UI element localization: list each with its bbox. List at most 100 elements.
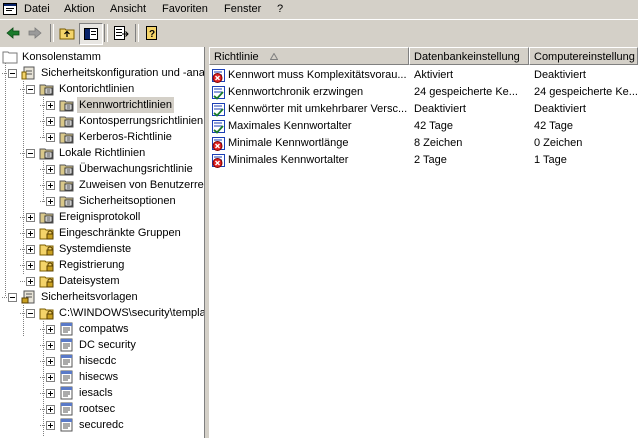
help-book-icon: ? bbox=[146, 26, 157, 40]
database-setting: 8 Zeichen bbox=[414, 137, 463, 149]
lock-folder-icon bbox=[39, 244, 54, 256]
table-row[interactable]: Minimale Kennwortlänge 8 Zeichen 0 Zeichen bbox=[209, 135, 638, 152]
menu-bar: Datei Aktion Ansicht Favoriten Fenster ? bbox=[0, 0, 638, 18]
tree-item-überwachungsrichtlinie[interactable]: Überwachungsrichtlinie bbox=[0, 161, 204, 177]
collapse-toggle[interactable] bbox=[26, 149, 35, 158]
tree-item-kerberos-richtlinie[interactable]: Kerberos-Richtlinie bbox=[0, 129, 204, 145]
tree-item-ereignisprotokoll[interactable]: Ereignisprotokoll bbox=[0, 209, 204, 225]
computer-setting: Deaktiviert bbox=[534, 103, 586, 115]
template-icon bbox=[60, 370, 73, 384]
tree-item-sicherheitsoptionen[interactable]: Sicherheitsoptionen bbox=[0, 193, 204, 209]
tree-item-dateisystem[interactable]: Dateisystem bbox=[0, 273, 204, 289]
menu-datei[interactable]: Datei bbox=[24, 3, 50, 15]
column-header-datenbankeinstellung[interactable]: Datenbankeinstellung bbox=[409, 47, 529, 65]
expand-toggle[interactable] bbox=[46, 165, 55, 174]
tree-item-hisecws[interactable]: hisecws bbox=[0, 369, 204, 385]
result-list[interactable]: Richtlinie Datenbankeinstellung Computer… bbox=[209, 47, 638, 438]
tree-item-kontorichtlinien[interactable]: Kontorichtlinien bbox=[0, 81, 204, 97]
console-tree[interactable]: Konsolenstamm Sicherheitskonfiguration u… bbox=[0, 47, 205, 438]
up-level-button[interactable] bbox=[56, 23, 78, 43]
tree-item-sicherheitskonfiguration-und-anal[interactable]: Sicherheitskonfiguration und -anal bbox=[0, 65, 204, 81]
expand-toggle[interactable] bbox=[46, 197, 55, 206]
database-setting: Aktiviert bbox=[414, 69, 454, 81]
tree-item-label: Konsolenstamm bbox=[22, 51, 101, 63]
tree-item-label: Dateisystem bbox=[59, 275, 120, 287]
tree-item-securedc[interactable]: securedc bbox=[0, 417, 204, 433]
tree-item-label: C:\WINDOWS\security\templa bbox=[59, 307, 205, 319]
expand-toggle[interactable] bbox=[46, 181, 55, 190]
menu-help[interactable]: ? bbox=[277, 3, 283, 15]
expand-toggle[interactable] bbox=[46, 341, 55, 350]
policy-name: Kennwörter mit umkehrbarer Versc... bbox=[228, 103, 408, 115]
lock-folder-icon bbox=[39, 228, 54, 240]
tree-item-zuweisen-von-benutzerrec[interactable]: Zuweisen von Benutzerrec bbox=[0, 177, 204, 193]
tree-item-sicherheitsvorlagen[interactable]: Sicherheitsvorlagen bbox=[0, 289, 204, 305]
table-row[interactable]: Maximales Kennwortalter 42 Tage 42 Tage bbox=[209, 118, 638, 135]
tree-item-rootsec[interactable]: rootsec bbox=[0, 401, 204, 417]
menu-fenster[interactable]: Fenster bbox=[224, 3, 261, 15]
expand-toggle[interactable] bbox=[46, 373, 55, 382]
expand-toggle[interactable] bbox=[46, 421, 55, 430]
tree-item-kontosperrungsrichtlinien[interactable]: Kontosperrungsrichtlinien bbox=[0, 113, 204, 129]
tree-item-label: hisecws bbox=[79, 371, 119, 383]
tree-item-label: Überwachungsrichtlinie bbox=[79, 163, 193, 175]
collapse-toggle[interactable] bbox=[26, 85, 35, 94]
expand-toggle[interactable] bbox=[46, 325, 55, 334]
collapse-toggle[interactable] bbox=[8, 293, 17, 302]
tree-item-compatws[interactable]: compatws bbox=[0, 321, 204, 337]
column-header-richtlinie[interactable]: Richtlinie bbox=[209, 47, 409, 65]
show-tree-button[interactable] bbox=[79, 23, 103, 45]
toolbar: ? bbox=[0, 19, 638, 48]
export-list-button[interactable] bbox=[110, 23, 132, 43]
menu-aktion[interactable]: Aktion bbox=[64, 3, 95, 15]
expand-toggle[interactable] bbox=[46, 357, 55, 366]
tree-item-lokale-richtlinien[interactable]: Lokale Richtlinien bbox=[0, 145, 204, 161]
table-row[interactable]: Kennwort muss Komplexitätsvorau... Aktivi… bbox=[209, 67, 638, 84]
security-config-icon bbox=[21, 66, 35, 80]
expand-toggle[interactable] bbox=[46, 405, 55, 414]
template-icon bbox=[60, 402, 73, 416]
expand-toggle[interactable] bbox=[46, 133, 55, 142]
computer-setting: 0 Zeichen bbox=[534, 137, 583, 149]
table-row[interactable]: Kennwortchronik erzwingen 24 gespeicherte… bbox=[209, 84, 638, 101]
tree-item-iesacls[interactable]: iesacls bbox=[0, 385, 204, 401]
template-icon bbox=[60, 418, 73, 432]
tree-item-label: Kontosperrungsrichtlinien bbox=[79, 115, 204, 127]
column-header-computereinstellung[interactable]: Computereinstellung bbox=[529, 47, 638, 65]
expand-toggle[interactable] bbox=[46, 101, 55, 110]
tree-item-systemdienste[interactable]: Systemdienste bbox=[0, 241, 204, 257]
policy-folder-icon bbox=[59, 116, 74, 128]
lock-folder-icon bbox=[39, 276, 54, 288]
tree-item-label: securedc bbox=[79, 419, 124, 431]
collapse-toggle[interactable] bbox=[26, 309, 35, 318]
back-button[interactable] bbox=[2, 23, 24, 43]
table-row[interactable]: Kennwörter mit umkehrbarer Versc... Deakt… bbox=[209, 101, 638, 118]
tree-item-kennwortrichtlinien[interactable]: Kennwortrichtlinien bbox=[0, 97, 204, 113]
table-row[interactable]: Minimales Kennwortalter 2 Tage 1 Tage bbox=[209, 152, 638, 169]
tree-item-label: Sicherheitskonfiguration und -anal bbox=[41, 67, 205, 79]
svg-text:?: ? bbox=[149, 29, 155, 40]
menu-favoriten[interactable]: Favoriten bbox=[162, 3, 208, 15]
tree-item-hisecdc[interactable]: hisecdc bbox=[0, 353, 204, 369]
tree-item-dc-security[interactable]: DC security bbox=[0, 337, 204, 353]
expand-toggle[interactable] bbox=[26, 261, 35, 270]
tree-item-c-windows-security-templa[interactable]: C:\WINDOWS\security\templa bbox=[0, 305, 204, 321]
forward-button[interactable] bbox=[24, 23, 46, 43]
expand-toggle[interactable] bbox=[26, 277, 35, 286]
tree-item-registrierung[interactable]: Registrierung bbox=[0, 257, 204, 273]
expand-toggle[interactable] bbox=[46, 389, 55, 398]
help-button[interactable]: ? bbox=[141, 23, 163, 43]
policy-folder-icon bbox=[39, 84, 54, 96]
expand-toggle[interactable] bbox=[26, 213, 35, 222]
computer-setting: 24 gespeicherte Ke... bbox=[534, 86, 638, 98]
expand-toggle[interactable] bbox=[26, 245, 35, 254]
mmc-window-icon[interactable] bbox=[3, 2, 17, 16]
tree-item-eingeschränkte-gruppen[interactable]: Eingeschränkte Gruppen bbox=[0, 225, 204, 241]
expand-toggle[interactable] bbox=[26, 229, 35, 238]
tree-item-label: Kerberos-Richtlinie bbox=[79, 131, 172, 143]
collapse-toggle[interactable] bbox=[8, 69, 17, 78]
tree-item-label: Kontorichtlinien bbox=[59, 83, 135, 95]
menu-ansicht[interactable]: Ansicht bbox=[110, 3, 146, 15]
policy-folder-icon bbox=[59, 180, 74, 192]
expand-toggle[interactable] bbox=[46, 117, 55, 126]
